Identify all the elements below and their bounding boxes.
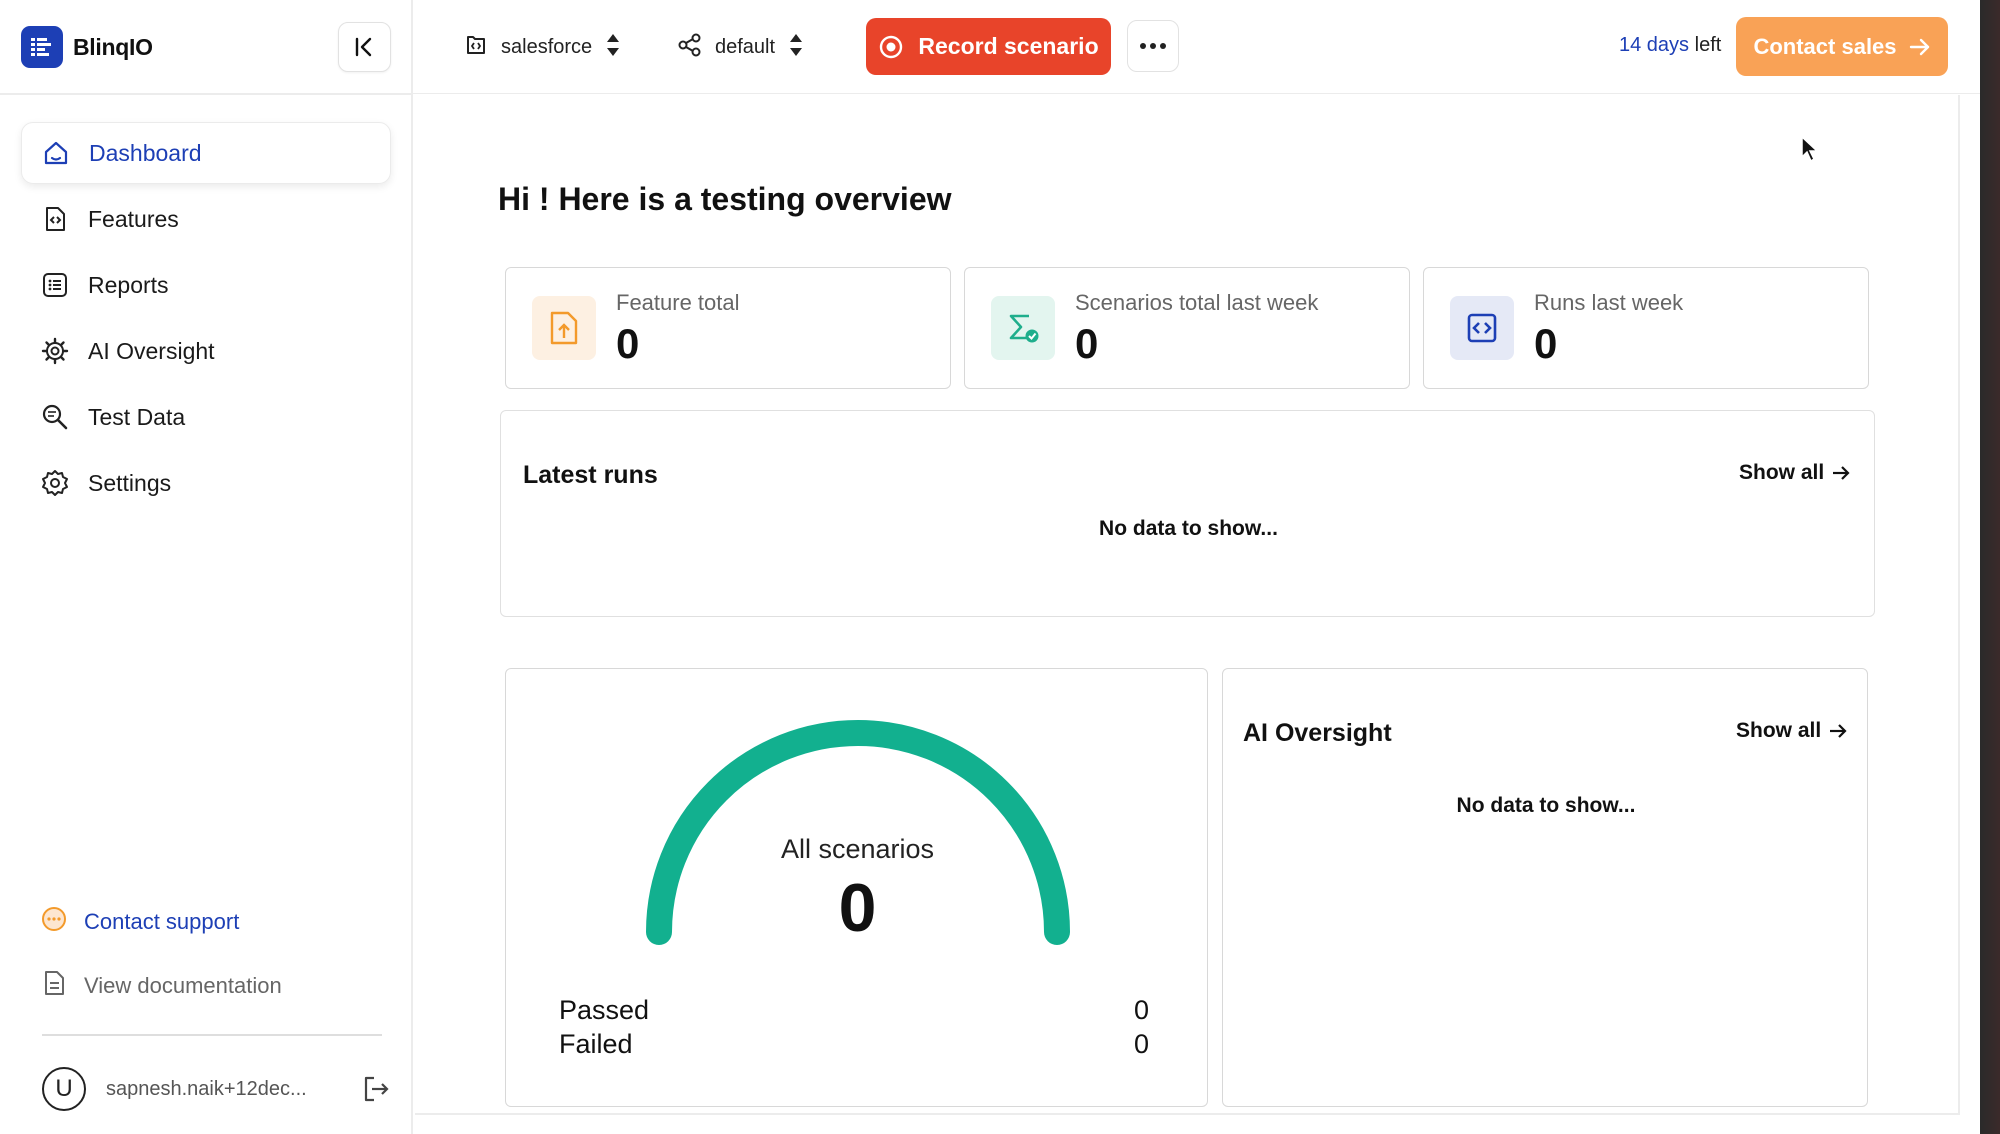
all-scenarios-gauge-card: All scenarios 0 Passed 0 Failed 0: [505, 668, 1208, 1107]
passed-label: Passed: [559, 995, 650, 1025]
logout-button[interactable]: [360, 1073, 392, 1105]
arrow-right-icon: [1909, 38, 1929, 55]
avatar[interactable]: U: [42, 1067, 86, 1111]
record-icon: [880, 35, 903, 58]
stat-value: 0: [616, 320, 640, 367]
trial-days: 14 days: [1619, 34, 1690, 56]
brand-name: BlinqIO: [73, 33, 153, 60]
project-name: salesforce: [501, 35, 593, 58]
stat-label: Runs last week: [1534, 290, 1684, 315]
passed-value: 0: [1133, 995, 1149, 1025]
more-horizontal-icon: [1140, 43, 1166, 49]
ai-oversight-card: AI Oversight Show all No data to show...: [1222, 668, 1868, 1107]
sidebar-item-dashboard[interactable]: Dashboard: [21, 122, 391, 184]
stat-value: 0: [1534, 320, 1558, 367]
content-scrollbar-track[interactable]: [1958, 95, 1960, 1115]
view-documentation-label: View documentation: [84, 972, 282, 998]
project-icon: [463, 32, 489, 63]
view-documentation-link[interactable]: View documentation: [40, 969, 282, 1002]
file-code-icon: [40, 204, 70, 234]
stat-value: 0: [1075, 320, 1099, 367]
trial-remaining: 14 days left: [1619, 34, 1721, 57]
contact-sales-label: Contact sales: [1753, 33, 1897, 59]
stat-card-scenarios-total: Scenarios total last week 0: [964, 267, 1410, 389]
environment-selector[interactable]: default: [677, 28, 803, 66]
ai-oversight-empty: No data to show...: [1456, 794, 1636, 817]
sidebar-item-label: Test Data: [88, 403, 186, 430]
branch-icon: [677, 32, 703, 63]
blinqio-logo-icon: [21, 26, 63, 68]
content-bottom-border: [415, 1113, 1960, 1115]
chat-bubble-icon: [40, 905, 68, 938]
gauge-legend-passed: Passed 0: [559, 995, 1149, 1026]
search-data-icon: [40, 402, 70, 432]
gauge-label: All scenarios: [780, 834, 935, 864]
sidebar-item-label: Settings: [88, 469, 172, 496]
user-email: sapnesh.naik+12dec...: [106, 1077, 307, 1100]
show-all-label: Show all: [1736, 719, 1822, 742]
contact-sales-button[interactable]: Contact sales: [1736, 17, 1948, 76]
record-scenario-button[interactable]: Record scenario: [866, 18, 1111, 75]
code-icon: [1450, 296, 1514, 360]
mouse-cursor-icon: [1801, 135, 1819, 163]
collapse-sidebar-button[interactable]: [338, 22, 391, 72]
arrow-right-icon: [1833, 466, 1850, 480]
user-profile: U sapnesh.naik+12dec...: [42, 1066, 392, 1112]
sidebar-item-label: Reports: [88, 271, 169, 298]
sidebar-item-features[interactable]: Features: [21, 188, 391, 250]
sidebar-item-label: Dashboard: [89, 139, 202, 166]
topbar: salesforce default Record scenario 14 da…: [413, 0, 1980, 94]
environment-name: default: [715, 35, 776, 58]
contact-support-label: Contact support: [84, 908, 240, 934]
sidebar: BlinqIO Dashboard Features Reports AI Ov…: [0, 0, 413, 1134]
sidebar-item-settings[interactable]: Settings: [21, 452, 391, 514]
ai-oversight-title: AI Oversight: [1243, 719, 1392, 747]
record-scenario-label: Record scenario: [918, 33, 1099, 59]
stat-card-runs-last-week: Runs last week 0: [1423, 267, 1869, 389]
stat-label: Scenarios total last week: [1075, 290, 1319, 315]
contact-support-link[interactable]: Contact support: [40, 905, 239, 938]
document-icon: [40, 969, 68, 1002]
brand[interactable]: BlinqIO: [21, 26, 153, 68]
failed-value: 0: [1133, 1029, 1149, 1059]
failed-label: Failed: [559, 1029, 633, 1059]
arrow-right-icon: [1830, 724, 1847, 738]
sidebar-item-label: AI Oversight: [88, 337, 215, 364]
sidebar-nav: Dashboard Features Reports AI Oversight …: [21, 122, 391, 518]
sidebar-item-test-data[interactable]: Test Data: [21, 386, 391, 448]
sidebar-item-ai-oversight[interactable]: AI Oversight: [21, 320, 391, 382]
sigma-check-icon: [991, 296, 1055, 360]
trial-suffix: left: [1694, 34, 1722, 56]
latest-runs-empty: No data to show...: [1099, 517, 1278, 540]
collapse-left-icon: [355, 37, 371, 57]
caret-up-down-icon: [789, 32, 803, 63]
gauge-legend-failed: Failed 0: [559, 1029, 1149, 1060]
stat-card-feature-total: Feature total 0: [505, 267, 951, 389]
page-title: Hi ! Here is a testing overview: [498, 181, 952, 217]
list-icon: [40, 270, 70, 300]
feature-upload-icon: [532, 296, 596, 360]
ai-gear-icon: [40, 336, 70, 366]
sidebar-item-reports[interactable]: Reports: [21, 254, 391, 316]
sidebar-item-label: Features: [88, 205, 179, 232]
gear-icon: [40, 468, 70, 498]
window-edge: [1980, 0, 2000, 1134]
stat-label: Feature total: [616, 290, 740, 315]
more-options-button[interactable]: [1127, 20, 1179, 72]
project-selector[interactable]: salesforce: [463, 28, 620, 66]
sidebar-divider: [0, 93, 413, 95]
caret-up-down-icon: [606, 32, 620, 63]
latest-runs-show-all-link[interactable]: Show all: [1739, 461, 1850, 485]
home-icon: [41, 138, 71, 168]
logout-icon: [364, 1076, 389, 1102]
ai-oversight-show-all-link[interactable]: Show all: [1736, 719, 1847, 743]
dashboard-main: Hi ! Here is a testing overview Feature …: [415, 95, 1960, 1115]
show-all-label: Show all: [1739, 461, 1825, 484]
sidebar-divider: [42, 1034, 382, 1036]
latest-runs-card: Latest runs Show all No data to show...: [500, 410, 1875, 617]
gauge-value: 0: [838, 870, 877, 946]
latest-runs-title: Latest runs: [523, 461, 658, 489]
